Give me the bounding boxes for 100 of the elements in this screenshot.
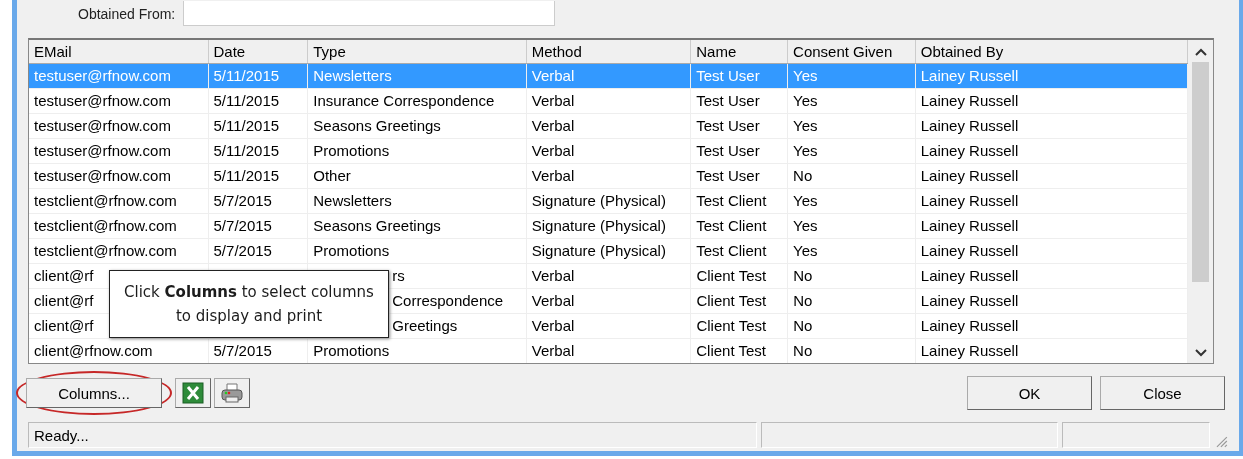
table-cell: Lainey Russell xyxy=(920,267,1019,284)
table-row[interactable]: testuser@rfnow.com 5/11/2015 Seasons Greetings Verbal Test User Yes Lainey Russell xyxy=(29,114,1188,139)
table-cell: testclient@rfnow.com xyxy=(34,217,177,234)
table-cell: Lainey Russell xyxy=(920,242,1019,259)
table-cell: Promotions xyxy=(313,142,390,159)
table-cell: Client Test xyxy=(696,342,767,359)
table-cell: Lainey Russell xyxy=(920,317,1019,334)
table-cell: 5/11/2015 xyxy=(213,67,280,84)
spreadsheet-icon xyxy=(182,382,204,404)
close-button[interactable]: Close xyxy=(1100,376,1225,410)
table-cell: client@rfnow.com xyxy=(34,342,153,359)
resize-grip-icon[interactable] xyxy=(1214,434,1228,448)
table-cell: testclient@rfnow.com xyxy=(34,242,177,259)
table-cell: Verbal xyxy=(531,92,575,109)
table-cell: Yes xyxy=(793,67,818,84)
table-cell: Client Test xyxy=(696,292,767,309)
table-cell: Test User xyxy=(696,67,760,84)
column-header[interactable]: Consent Given xyxy=(788,40,916,63)
table-cell: Newsletters xyxy=(313,67,392,84)
table-cell: Correspondence xyxy=(392,292,504,309)
table-cell: Signature (Physical) xyxy=(531,242,666,259)
table-cell: Verbal xyxy=(531,117,575,134)
table-cell: Other xyxy=(313,167,351,184)
table-cell: Test User xyxy=(696,167,760,184)
table-cell: testclient@rfnow.com xyxy=(34,192,177,209)
table-cell: client@rf xyxy=(34,317,94,334)
table-cell: 5/7/2015 xyxy=(213,342,272,359)
table-row[interactable]: testuser@rfnow.com 5/11/2015 Promotions Verbal Test User Yes Lainey Russell xyxy=(29,139,1188,164)
table-cell: Yes xyxy=(793,242,818,259)
table-cell: Yes xyxy=(793,192,818,209)
table-cell: Yes xyxy=(793,117,818,134)
table-cell: Yes xyxy=(793,217,818,234)
input-field[interactable] xyxy=(183,1,556,26)
table-cell: Client Test xyxy=(696,317,767,334)
table-cell: Lainey Russell xyxy=(920,192,1019,209)
column-header[interactable]: Date xyxy=(208,40,309,63)
table-cell: Verbal xyxy=(531,317,575,334)
scroll-down-icon[interactable] xyxy=(1194,349,1207,357)
table-cell: Verbal xyxy=(531,67,575,84)
table-row[interactable]: testuser@rfnow.com 5/11/2015 Insurance Correspondence Verbal Test User Yes Lainey Russell xyxy=(29,89,1188,114)
table-cell: Greetings xyxy=(392,317,458,334)
ok-button[interactable]: OK xyxy=(967,376,1092,410)
table-row[interactable]: testclient@rfnow.com 5/7/2015 Promotions Signature (Physical) Test Client Yes Lainey Russell xyxy=(29,239,1188,264)
table-cell: testuser@rfnow.com xyxy=(34,142,171,159)
print-button[interactable] xyxy=(214,378,250,408)
table-cell: Seasons Greetings xyxy=(313,217,441,234)
table-cell: Verbal xyxy=(531,167,575,184)
table-cell: Test User xyxy=(696,117,760,134)
status-text: Ready... xyxy=(34,427,89,444)
table-cell: Test Client xyxy=(696,217,767,234)
table-cell: Lainey Russell xyxy=(920,292,1019,309)
column-header[interactable]: Type xyxy=(308,40,527,63)
table-cell: Verbal xyxy=(531,267,575,284)
table-cell: Lainey Russell xyxy=(920,117,1019,134)
table-cell: rs xyxy=(392,267,405,284)
table-cell: Test Client xyxy=(696,192,767,209)
table-cell: Promotions xyxy=(313,342,390,359)
table-cell: Insurance Correspondence xyxy=(313,92,495,109)
table-cell: Verbal xyxy=(531,292,575,309)
field-label: Obtained From: xyxy=(78,6,176,24)
table-cell: client@rf xyxy=(34,292,94,309)
table-cell: Lainey Russell xyxy=(920,342,1019,359)
table-cell: Verbal xyxy=(531,142,575,159)
column-header[interactable]: Name xyxy=(691,40,789,63)
table-cell: Yes xyxy=(793,142,818,159)
table-cell: Lainey Russell xyxy=(920,217,1019,234)
table-cell: 5/7/2015 xyxy=(213,242,272,259)
table-cell: Promotions xyxy=(313,242,390,259)
table-cell: 5/11/2015 xyxy=(213,167,280,184)
table-cell: testuser@rfnow.com xyxy=(34,92,171,109)
table-cell: client@rf xyxy=(34,267,94,284)
column-header[interactable]: Method xyxy=(526,40,692,63)
excel-export-button[interactable] xyxy=(175,378,211,408)
scroll-up-icon[interactable] xyxy=(1194,48,1207,56)
table-cell: No xyxy=(793,317,813,334)
printer-icon xyxy=(220,382,244,404)
table-cell: No xyxy=(793,292,813,309)
table-cell: Client Test xyxy=(696,267,767,284)
table-cell: 5/7/2015 xyxy=(213,217,272,234)
table-cell: Yes xyxy=(793,92,818,109)
table-cell: Newsletters xyxy=(313,192,392,209)
table-cell: No xyxy=(793,342,813,359)
table-cell: No xyxy=(793,167,813,184)
column-header[interactable]: EMail xyxy=(29,40,209,63)
table-cell: Test User xyxy=(696,142,760,159)
table-cell: Signature (Physical) xyxy=(531,217,666,234)
table-cell: testuser@rfnow.com xyxy=(34,167,171,184)
table-cell: testuser@rfnow.com xyxy=(34,117,171,134)
table-cell: Test Client xyxy=(696,242,767,259)
columns-button[interactable]: Columns... xyxy=(26,378,162,408)
table-cell: Lainey Russell xyxy=(920,67,1019,84)
table-cell: 5/11/2015 xyxy=(213,117,280,134)
table-cell: testuser@rfnow.com xyxy=(34,67,171,84)
table-cell: No xyxy=(793,267,813,284)
table-row[interactable]: testclient@rfnow.com 5/7/2015 Newsletters Signature (Physical) Test Client Yes Lainey Russell xyxy=(29,189,1188,214)
table-cell: 5/11/2015 xyxy=(213,142,280,159)
table-cell: Signature (Physical) xyxy=(531,192,666,209)
scrollbar[interactable] xyxy=(1188,40,1213,363)
table-row[interactable]: testclient@rfnow.com 5/7/2015 Seasons Greetings Signature (Physical) Test Client Yes Lainey Russell xyxy=(29,214,1188,239)
table-row[interactable]: testuser@rfnow.com 5/11/2015 Other Verbal Test User No Lainey Russell xyxy=(29,164,1188,189)
